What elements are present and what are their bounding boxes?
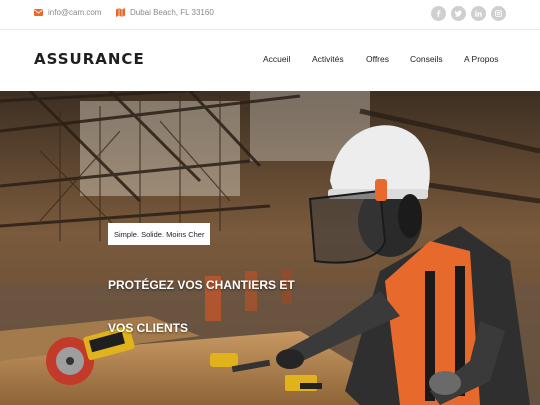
nav-item-a-propos[interactable]: A Propos bbox=[464, 54, 499, 64]
contact-email[interactable]: info@cam.com bbox=[34, 8, 101, 17]
main-navbar: ASSURANCE Accueil Activités Offres Conse… bbox=[0, 30, 540, 91]
hero-banner: Simple. Solide. Moins Cher PROTÉGEZ VOS … bbox=[0, 91, 540, 405]
social-links bbox=[431, 6, 506, 21]
address-text: Dubai Beach, FL 33160 bbox=[130, 8, 214, 17]
site-logo[interactable]: ASSURANCE bbox=[34, 50, 145, 68]
nav-item-activites[interactable]: Activités bbox=[312, 54, 344, 64]
facebook-icon[interactable] bbox=[431, 6, 446, 21]
email-text: info@cam.com bbox=[48, 8, 102, 17]
twitter-icon[interactable] bbox=[451, 6, 466, 21]
hero-title-line-1: PROTÉGEZ VOS CHANTIERS ET bbox=[108, 278, 295, 292]
top-bar: info@cam.com Dubai Beach, FL 33160 bbox=[0, 0, 540, 30]
instagram-icon[interactable] bbox=[491, 6, 506, 21]
hero-title-line-2: VOS CLIENTS bbox=[108, 321, 189, 335]
nav-item-offres[interactable]: Offres bbox=[366, 54, 389, 64]
envelope-icon bbox=[34, 9, 43, 16]
linkedin-icon[interactable] bbox=[471, 6, 486, 21]
hero-tagline: Simple. Solide. Moins Cher bbox=[108, 223, 211, 245]
hero-background-image bbox=[0, 91, 540, 405]
nav-item-accueil[interactable]: Accueil bbox=[263, 54, 290, 64]
contact-address: Dubai Beach, FL 33160 bbox=[116, 8, 214, 17]
nav-item-conseils[interactable]: Conseils bbox=[410, 54, 443, 64]
map-icon bbox=[116, 8, 125, 17]
